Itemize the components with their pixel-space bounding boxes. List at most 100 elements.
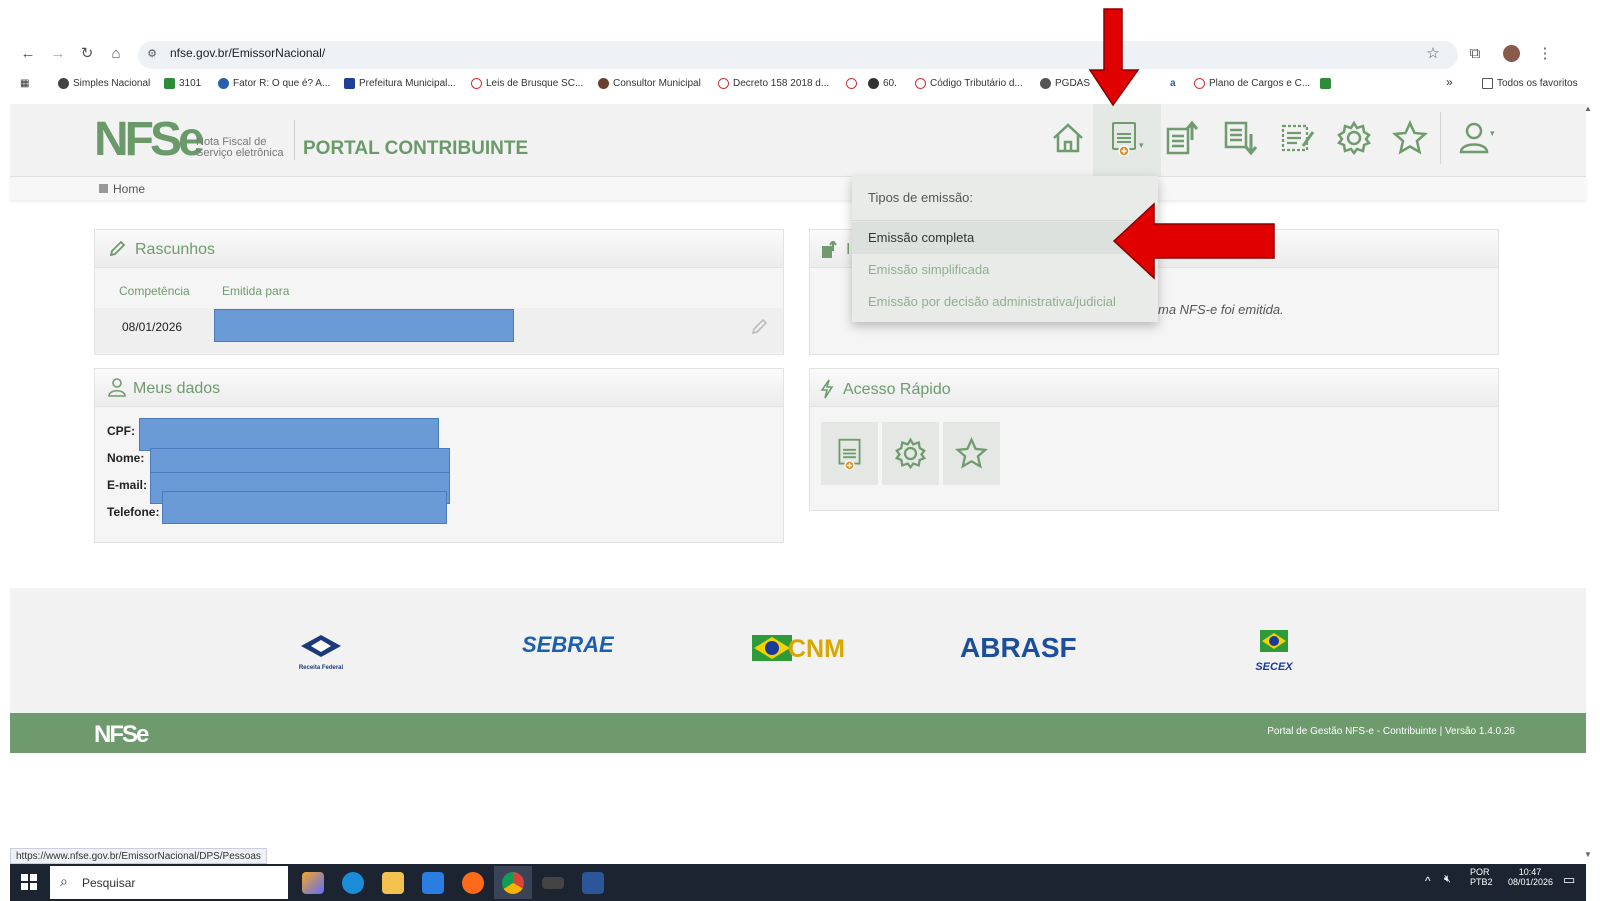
search-icon: ⌕ bbox=[60, 873, 68, 889]
received-nfse-icon[interactable] bbox=[1222, 120, 1258, 156]
sebrae-logo: SEBRAE bbox=[522, 632, 614, 657]
bookmark-item[interactable]: Leis de Brusque SC... bbox=[471, 78, 583, 89]
email-label: E-mail: bbox=[107, 478, 148, 492]
annotation-arrow-left bbox=[1112, 202, 1275, 280]
home-browser-icon[interactable]: ⌂ bbox=[106, 44, 126, 64]
settings-icon[interactable] bbox=[1336, 120, 1372, 156]
lightning-icon bbox=[820, 379, 834, 399]
edit-draft-icon[interactable] bbox=[750, 318, 768, 336]
chevron-down-icon[interactable]: ▾ bbox=[1490, 128, 1495, 139]
reload-icon[interactable]: ↻ bbox=[77, 44, 97, 64]
bookmark-item[interactable]: Decreto 158 2018 d... bbox=[718, 78, 829, 89]
clock[interactable]: 10:47 08/01/2026 bbox=[1508, 867, 1553, 887]
version-text: Portal de Gestão NFS-e - Contribuinte | … bbox=[1267, 726, 1515, 737]
notifications-icon[interactable]: ▭ bbox=[1563, 872, 1575, 888]
chrome-icon[interactable] bbox=[502, 872, 524, 894]
nfse-logo[interactable]: NFSe bbox=[94, 112, 205, 167]
annotation-arrow-down bbox=[1088, 8, 1140, 107]
col-emitida-para: Emitida para bbox=[222, 284, 290, 298]
rascunhos-title: Rascunhos bbox=[135, 241, 216, 258]
forward-icon[interactable]: → bbox=[48, 44, 68, 64]
file-explorer-icon[interactable] bbox=[382, 872, 404, 894]
meus-dados-title: Meus dados bbox=[133, 380, 221, 397]
scroll-down-arrow[interactable]: ▼ bbox=[1584, 850, 1592, 859]
bookmark-star-icon[interactable]: ☆ bbox=[1423, 44, 1443, 64]
menu-icon[interactable]: ⋮ bbox=[1535, 44, 1555, 64]
redacted-cpf bbox=[139, 418, 439, 451]
acesso-rapido-title: Acesso Rápido bbox=[843, 381, 951, 398]
cpf-label: CPF: bbox=[107, 424, 135, 438]
chevron-down-icon[interactable]: ▾ bbox=[1139, 140, 1144, 151]
bookmark-item[interactable]: 60. bbox=[868, 78, 897, 89]
bookmark-item[interactable]: Plano de Cargos e C... bbox=[1194, 78, 1310, 89]
home-icon[interactable] bbox=[1050, 120, 1086, 156]
cnm-logo: CNM bbox=[752, 632, 845, 672]
extensions-icon[interactable]: ⧉ bbox=[1465, 44, 1485, 64]
header-divider bbox=[294, 120, 295, 160]
user-icon[interactable] bbox=[1458, 120, 1494, 156]
breadcrumb bbox=[10, 176, 1586, 200]
bookmark-item[interactable]: Prefeitura Municipal... bbox=[344, 78, 456, 89]
url-text[interactable]: nfse.gov.br/EmissorNacional/ bbox=[170, 46, 325, 60]
bookmark-item[interactable]: Fator R: O que é? A... bbox=[218, 78, 330, 89]
receita-federal-logo: Receita Federal bbox=[296, 632, 346, 672]
edit-document-icon[interactable] bbox=[1280, 120, 1316, 156]
nome-label: Nome: bbox=[107, 451, 145, 465]
page-title: PORTAL CONTRIBUINTE bbox=[303, 138, 529, 159]
bookmark-item[interactable]: a bbox=[1170, 78, 1176, 89]
menu-item-emissao-completa[interactable]: Emissão completa bbox=[868, 230, 974, 245]
emit-nfse-icon[interactable] bbox=[1106, 120, 1142, 157]
bookmark-item[interactable] bbox=[1320, 78, 1331, 89]
col-competencia: Competência bbox=[119, 284, 190, 298]
header-divider bbox=[1440, 112, 1441, 164]
breadcrumb-home[interactable]: Home bbox=[113, 182, 145, 196]
abrasf-logo: ABRASF bbox=[960, 632, 1077, 663]
secex-logo: SECEX bbox=[1248, 628, 1300, 674]
apps-icon[interactable]: ▦ bbox=[20, 78, 29, 89]
quick-emit-nfse-button[interactable] bbox=[821, 422, 878, 485]
emitidas-title: I bbox=[846, 241, 851, 258]
language-indicator[interactable]: POR PTB2 bbox=[1470, 867, 1493, 887]
redacted-nome bbox=[150, 448, 450, 474]
firefox-icon[interactable] bbox=[462, 872, 484, 894]
address-bar[interactable] bbox=[138, 41, 1458, 69]
user-outline-icon bbox=[107, 377, 127, 397]
search-placeholder: Pesquisar bbox=[82, 876, 136, 890]
dropdown-heading: Tipos de emissão: bbox=[868, 190, 974, 205]
bookmark-item[interactable] bbox=[846, 78, 857, 89]
status-url: https://www.nfse.gov.br/EmissorNacional/… bbox=[10, 848, 267, 864]
redacted-telefone bbox=[162, 491, 447, 524]
quick-settings-button[interactable] bbox=[882, 422, 939, 485]
bookmarks-overflow[interactable]: » bbox=[1446, 75, 1453, 89]
issued-doc-icon bbox=[821, 239, 837, 259]
back-icon[interactable]: ← bbox=[18, 44, 38, 64]
app-icon[interactable] bbox=[542, 877, 564, 889]
volume-icon[interactable]: 🔇︎ bbox=[1444, 873, 1451, 886]
footer-nfse-logo: NFSe bbox=[94, 721, 149, 748]
windows-start-icon[interactable] bbox=[21, 874, 37, 890]
empty-message: ma NFS-e foi emitida. bbox=[1158, 302, 1284, 317]
menu-item-emissao-decisao[interactable]: Emissão por decisão administrativa/judic… bbox=[868, 294, 1116, 309]
bookmark-item[interactable]: Simples Nacional bbox=[58, 78, 150, 89]
draft-date: 08/01/2026 bbox=[122, 320, 183, 334]
site-info-icon[interactable]: ⚙ bbox=[142, 44, 162, 64]
scroll-up-arrow[interactable]: ▲ bbox=[1584, 104, 1592, 113]
bookmark-item[interactable]: Código Tributário d... bbox=[915, 78, 1023, 89]
store-icon[interactable] bbox=[422, 872, 444, 894]
edge-icon[interactable] bbox=[342, 872, 364, 894]
pencil-icon bbox=[108, 240, 126, 258]
bookmarks-bar: ▦ Simples Nacional 3101 Fator R: O que é… bbox=[0, 74, 1600, 96]
profile-avatar[interactable] bbox=[1503, 45, 1520, 62]
bookmark-item[interactable]: Consultor Municipal bbox=[598, 78, 701, 89]
word-icon[interactable] bbox=[582, 872, 604, 894]
telefone-label: Telefone: bbox=[107, 505, 160, 519]
favorites-icon[interactable] bbox=[1391, 119, 1429, 156]
copilot-icon[interactable] bbox=[302, 872, 324, 894]
bookmark-item[interactable]: PGDAS bbox=[1040, 78, 1090, 89]
issued-nfse-icon[interactable] bbox=[1164, 120, 1200, 156]
all-favorites-folder[interactable]: Todos os favoritos bbox=[1482, 78, 1578, 89]
menu-item-emissao-simplificada[interactable]: Emissão simplificada bbox=[868, 262, 989, 277]
tray-chevron-icon[interactable]: ^ bbox=[1425, 874, 1431, 888]
bookmark-item[interactable]: 3101 bbox=[164, 78, 201, 89]
quick-favorites-button[interactable] bbox=[943, 422, 1000, 485]
